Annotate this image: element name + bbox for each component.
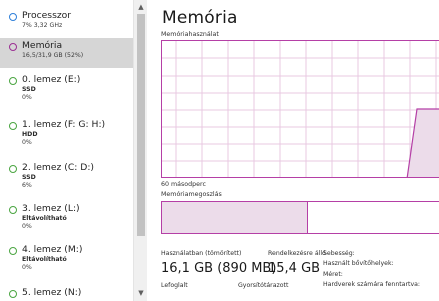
sidebar-item-type: Eltávolítható [22,256,67,263]
graph-gridlines [162,41,439,177]
composition-divider [307,202,308,233]
in-use-value: 16,1 GB (890 MB) [161,261,277,276]
sidebar-item-memory[interactable]: Memória 16,5/31,9 GB (52%) [0,38,133,68]
memory-composition-bar [161,201,439,234]
form-factor-label: Méret: [323,271,343,278]
scroll-down-arrow-icon[interactable]: ▼ [137,289,145,297]
sidebar-item-usage: 0% [22,139,32,146]
performance-sidebar: Processzor 7% 3,32 GHz Memória 16,5/31,9… [0,0,133,301]
sidebar-item-name: 1. lemez (F: G: H:) [22,119,106,130]
sidebar-item-name: Processzor [22,10,72,21]
cpu-ring-icon [9,13,17,21]
disk-ring-icon [9,206,17,214]
usage-graph-label: Memóriahasználat [161,31,219,38]
sidebar-item-usage: 0% [22,223,32,230]
sidebar-item-name: 4. lemez (M:) [22,244,83,255]
scrollbar-thumb[interactable] [137,14,145,236]
composition-in-use [162,202,307,233]
disk-ring-icon [9,165,17,173]
sidebar-item-name: 0. lemez (E:) [22,74,81,85]
disk-ring-icon [9,290,17,298]
sidebar-item-type: SSD [22,174,36,181]
disk-ring-icon [9,77,17,85]
sidebar-item-name: Memória [22,40,63,51]
sidebar-item-type: Eltávolítható [22,215,67,222]
sidebar-item-cpu[interactable]: Processzor 7% 3,32 GHz [0,8,133,38]
sidebar-item-name: 5. lemez (N:) [22,287,82,298]
sidebar-item-disk-2[interactable]: 2. lemez (C: D:) SSD 6% [0,160,133,196]
sidebar-item-detail: 16,5/31,9 GB (52%) [22,52,84,59]
disk-ring-icon [9,247,17,255]
sidebar-item-usage: 6% [22,182,32,189]
speed-label: Sebesség: [323,250,355,257]
sidebar-item-disk-0[interactable]: 0. lemez (E:) SSD 0% [0,72,133,108]
memory-ring-icon [9,43,17,51]
in-use-label: Használatban (tömörített) [161,250,242,257]
sidebar-item-name: 2. lemez (C: D:) [22,162,95,173]
available-value: 15,4 GB [268,261,321,276]
sidebar-item-disk-1[interactable]: 1. lemez (F: G: H:) HDD 0% [0,117,133,153]
memory-usage-graph-svg [162,41,439,177]
memory-usage-graph [161,40,439,178]
memory-detail-panel: Memória Memóriahasználat 60 másodperc Me… [147,0,439,301]
slots-used-label: Használt bővítőhelyek: [323,260,394,267]
committed-label: Lefoglalt [161,282,188,289]
hardware-reserved-label: Hardverek számára fenntartva: [323,281,420,288]
time-axis-label: 60 másodperc [161,181,206,188]
cached-label: Gyorsítótárazott [238,282,289,289]
disk-ring-icon [9,122,17,130]
available-label: Rendelkezésre álló [268,250,326,257]
sidebar-item-name: 3. lemez (L:) [22,203,80,214]
page-title: Memória [162,8,238,28]
sidebar-item-type: SSD [22,86,36,93]
sidebar-item-disk-3[interactable]: 3. lemez (L:) Eltávolítható 0% [0,201,133,237]
composition-label: Memóriamegoszlás [161,191,222,198]
sidebar-item-usage: 0% [22,94,32,101]
scroll-up-arrow-icon[interactable]: ▲ [137,3,145,11]
sidebar-item-type: HDD [22,131,38,138]
sidebar-scrollbar[interactable]: ▲ ▼ [133,0,147,301]
sidebar-item-disk-5[interactable]: 5. lemez (N:) [0,285,133,301]
sidebar-item-disk-4[interactable]: 4. lemez (M:) Eltávolítható 0% [0,242,133,278]
sidebar-item-detail: 7% 3,32 GHz [22,22,63,29]
sidebar-item-usage: 0% [22,264,32,271]
